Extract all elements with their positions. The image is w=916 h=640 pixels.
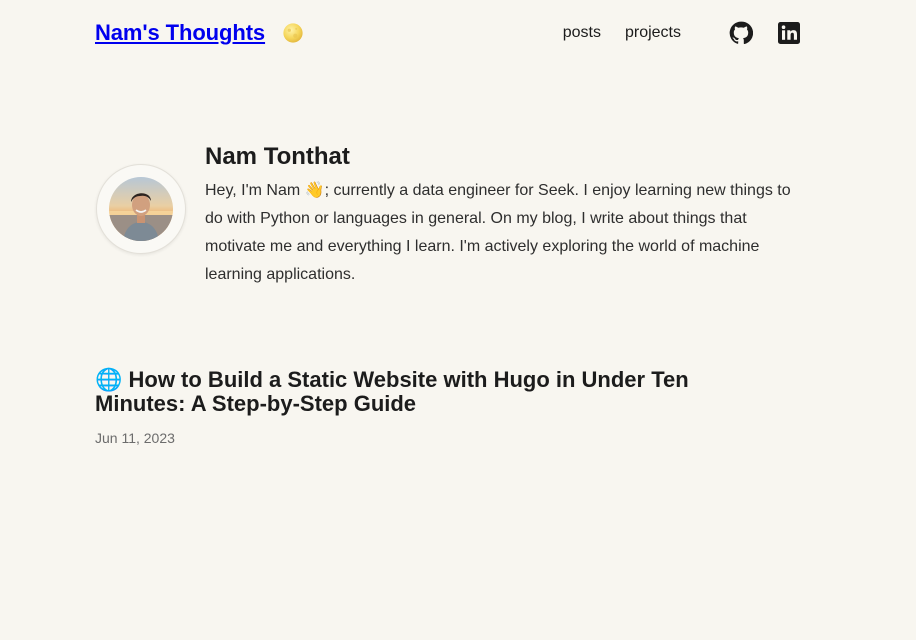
nav-posts-link[interactable]: posts xyxy=(563,24,601,42)
linkedin-icon[interactable] xyxy=(777,21,801,45)
profile-bio: Hey, I'm Nam 👋; currently a data enginee… xyxy=(205,182,791,283)
post-date: Jun 11, 2023 xyxy=(95,430,175,446)
page: Nam's Thoughts posts projects Nam Tontha… xyxy=(0,0,916,640)
social-links xyxy=(729,21,801,45)
profile-text: Nam Tonthat Hey, I'm Nam 👋; currently a … xyxy=(205,140,805,289)
nav-projects-link[interactable]: projects xyxy=(625,24,681,42)
profile-name: Nam Tonthat xyxy=(205,143,350,170)
avatar-frame xyxy=(96,164,186,254)
header-right: posts projects xyxy=(563,21,801,45)
post-title-link[interactable]: 🌐 How to Build a Static Website with Hug… xyxy=(95,368,735,416)
github-icon[interactable] xyxy=(729,21,753,45)
post-list: 🌐 How to Build a Static Website with Hug… xyxy=(95,368,735,447)
site-title-link[interactable]: Nam's Thoughts xyxy=(95,20,265,46)
main-nav: posts projects xyxy=(563,24,681,42)
profile-section: Nam Tonthat Hey, I'm Nam 👋; currently a … xyxy=(96,140,806,289)
moon-icon[interactable] xyxy=(281,21,305,45)
avatar xyxy=(109,177,173,241)
post-item: 🌐 How to Build a Static Website with Hug… xyxy=(95,368,735,447)
site-header: Nam's Thoughts posts projects xyxy=(95,0,801,66)
brand: Nam's Thoughts xyxy=(95,20,305,46)
